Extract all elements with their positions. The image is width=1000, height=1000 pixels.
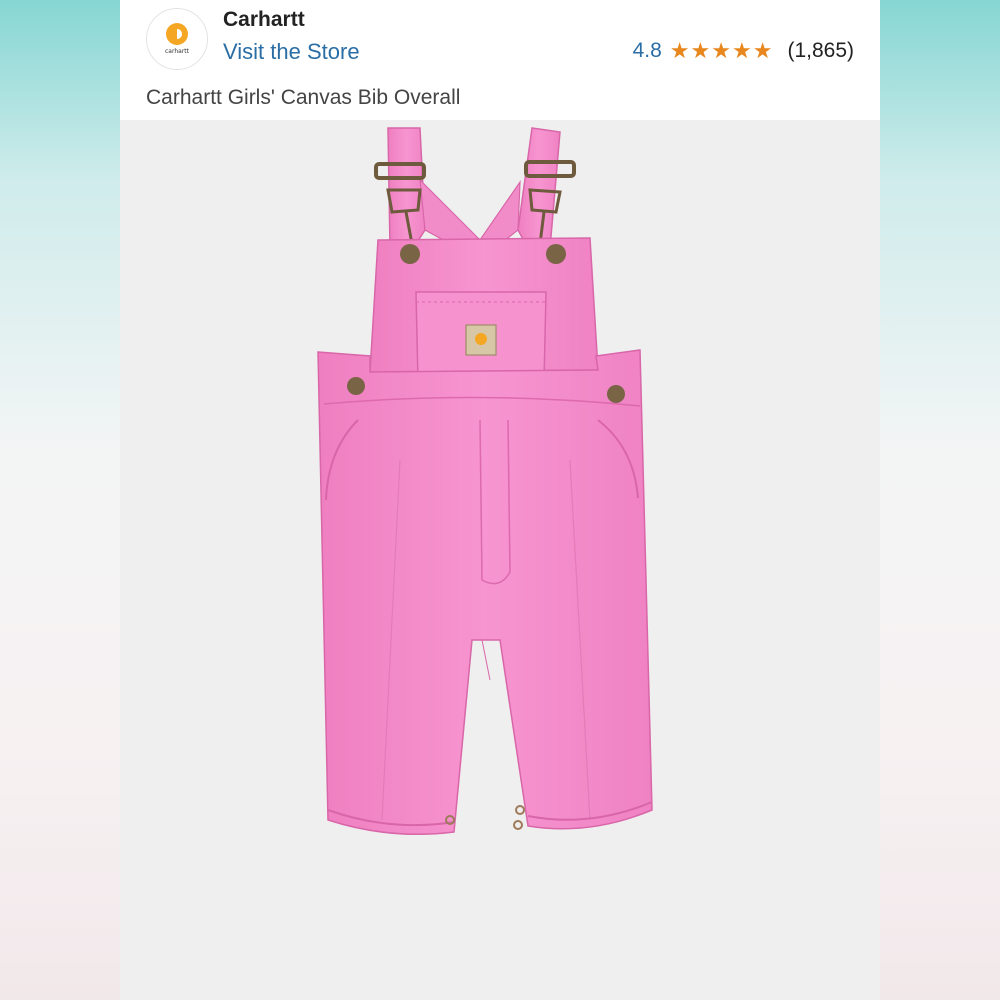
product-card: carhartt Carhartt Visit the Store 4.8 ★ … [120,0,880,1000]
rating-summary[interactable]: 4.8 ★ ★ ★ ★ ★ (1,865) [633,39,854,63]
overall-illustration [317,127,653,835]
brand-logo[interactable]: carhartt [146,8,208,70]
product-title: Carhartt Girls' Canvas Bib Overall [146,86,461,109]
logo-text: carhartt [165,48,189,55]
left-strap-button [400,244,420,264]
star-icon: ★ [752,38,773,63]
star-icon: ★ [711,38,731,63]
review-count: (1,865) [787,39,854,62]
star-rating: ★ ★ ★ ★ ★ [670,40,774,62]
star-icon: ★ [669,38,690,63]
left-side-button [347,377,365,395]
star-icon: ★ [731,38,752,63]
product-header: carhartt Carhartt Visit the Store 4.8 ★ … [120,0,880,120]
background-right [880,0,1000,1000]
background-left [0,0,120,1000]
product-image[interactable] [120,120,880,1000]
right-side-button [607,385,625,403]
carhartt-c-icon [166,23,188,45]
brand-name: Carhartt [223,8,305,31]
rating-value: 4.8 [632,39,662,62]
right-strap-button [546,244,566,264]
visit-store-link[interactable]: Visit the Store [223,39,360,65]
star-icon: ★ [690,38,711,63]
